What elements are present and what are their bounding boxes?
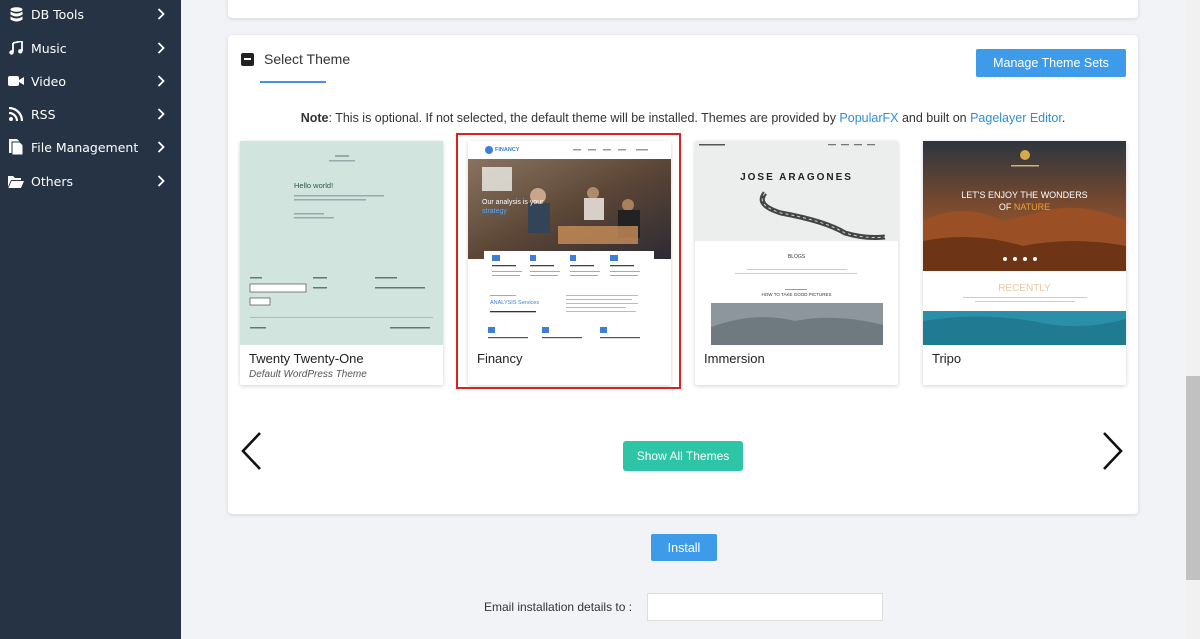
chevron-right-icon <box>151 108 171 120</box>
theme-name: Immersion <box>704 351 765 366</box>
chevron-right-icon <box>151 8 171 20</box>
database-icon <box>7 5 25 23</box>
sidebar-item-label: Video <box>31 73 67 89</box>
chevron-right-icon <box>151 75 171 87</box>
section-underline <box>260 81 326 83</box>
show-all-themes-button[interactable]: Show All Themes <box>623 441 743 471</box>
file-icon <box>7 138 25 156</box>
manage-theme-sets-button[interactable]: Manage Theme Sets <box>976 49 1126 77</box>
music-note-icon <box>7 39 25 57</box>
preview-text: OF <box>998 202 1014 212</box>
sidebar-item-file-management[interactable]: File Management <box>0 131 181 163</box>
theme-name: Financy <box>477 351 523 366</box>
sidebar-item-others[interactable]: Others <box>0 165 181 197</box>
theme-tile-financy[interactable]: FINANCY Our analysis is your strategy AN… <box>468 141 671 385</box>
preview-heading: JOSE ARAGONES <box>740 172 853 183</box>
email-field[interactable] <box>647 593 883 621</box>
note-label: Note <box>300 111 329 125</box>
sidebar-item-db-tools[interactable]: DB Tools <box>0 0 181 30</box>
note-text: : This is optional. If not selected, the… <box>328 111 840 125</box>
sidebar-item-label: File Management <box>31 139 139 155</box>
preview-heading: ANALYSIS Services <box>490 300 540 306</box>
preview-heading: strategy <box>482 208 507 215</box>
preview-heading: Our analysis is your <box>482 199 544 206</box>
sidebar-item-music[interactable]: Music <box>0 32 181 64</box>
preview-heading: RECENTLY <box>998 283 1051 294</box>
preview-heading: BLOGS <box>787 254 806 260</box>
theme-name: Twenty Twenty-One <box>249 351 364 366</box>
email-label: Email installation details to : <box>484 600 633 614</box>
theme-note: Note: This is optional. If not selected,… <box>228 111 1138 125</box>
theme-subtitle: Default WordPress Theme <box>249 369 367 380</box>
theme-tile-immersion[interactable]: JOSE ARAGONES BLOGS HOW TO TAKE GOOD PIC… <box>695 141 898 385</box>
theme-tile-twenty-twenty-one[interactable]: Hello world! Twenty Twenty-One Default W… <box>240 141 443 385</box>
preview-logo: FINANCY <box>495 147 520 153</box>
sidebar-item-video[interactable]: Video <box>0 65 181 97</box>
select-theme-header[interactable]: Select Theme <box>241 51 350 67</box>
previous-themes-arrow[interactable] <box>238 431 268 471</box>
note-text: . <box>1061 111 1066 125</box>
collapse-icon[interactable] <box>241 52 254 66</box>
sidebar-item-label: Music <box>31 40 67 56</box>
preview-subheading: OF NATURE <box>923 202 1126 212</box>
theme-preview: FINANCY Our analysis is your strategy AN… <box>468 141 671 345</box>
sidebar: DB Tools Music Video RSS File Management <box>0 0 181 639</box>
theme-preview: Hello world! <box>240 141 443 345</box>
previous-section-card <box>228 0 1138 18</box>
chevron-right-icon <box>151 141 171 153</box>
next-themes-arrow[interactable] <box>1096 431 1126 471</box>
main-content: Select Theme Manage Theme Sets Note: Thi… <box>181 0 1186 639</box>
sidebar-item-rss[interactable]: RSS <box>0 98 181 130</box>
theme-preview: JOSE ARAGONES BLOGS HOW TO TAKE GOOD PIC… <box>695 141 898 345</box>
popularfx-link[interactable]: PopularFX <box>839 111 898 125</box>
scrollbar-thumb[interactable] <box>1186 376 1200 580</box>
theme-tile-tripo[interactable]: LET'S ENJOY THE WONDERS OF NATURE RECENT… <box>923 141 1126 385</box>
sidebar-item-label: Others <box>31 173 74 189</box>
select-theme-card: Select Theme Manage Theme Sets Note: Thi… <box>228 35 1138 514</box>
preview-heading: Hello world! <box>294 181 334 190</box>
pagelayer-editor-link[interactable]: Pagelayer Editor <box>970 111 1062 125</box>
chevron-right-icon <box>151 42 171 54</box>
video-camera-icon <box>7 72 25 90</box>
sidebar-item-label: DB Tools <box>31 6 84 22</box>
sidebar-item-label: RSS <box>31 106 56 122</box>
note-text: and built on <box>898 111 971 125</box>
theme-preview: LET'S ENJOY THE WONDERS OF NATURE RECENT… <box>923 141 1126 345</box>
preview-heading: LET'S ENJOY THE WONDERS <box>961 190 1088 200</box>
folder-open-icon <box>7 172 25 190</box>
rss-icon <box>7 105 25 123</box>
section-title: Select Theme <box>264 51 351 67</box>
theme-name: Tripo <box>932 351 962 366</box>
chevron-right-icon <box>151 175 171 187</box>
preview-text: NATURE <box>1013 202 1051 212</box>
preview-heading: HOW TO TAKE GOOD PICTURES <box>761 292 832 297</box>
install-button[interactable]: Install <box>651 534 717 561</box>
